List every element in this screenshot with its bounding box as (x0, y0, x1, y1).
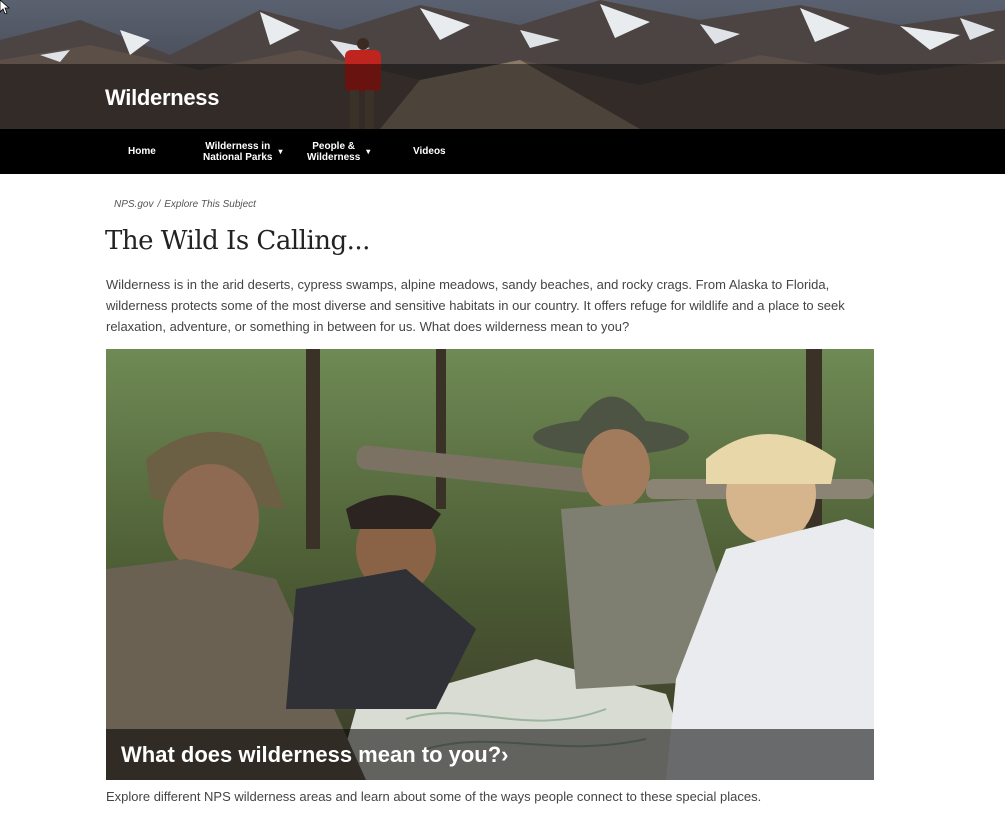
main-nav: Home Wilderness in National Parks ▾ Peop… (0, 129, 1005, 174)
breadcrumb-separator: / (157, 199, 161, 210)
site-title-link[interactable]: Wilderness (105, 85, 219, 111)
nav-item-videos[interactable]: Videos (413, 129, 446, 174)
nav-item-people-and-wilderness[interactable]: People & Wilderness ▾ (307, 129, 370, 174)
breadcrumb-link-nps[interactable]: NPS.gov (114, 199, 153, 210)
nav-item-wilderness-in-national-parks[interactable]: Wilderness in National Parks ▾ (203, 129, 283, 174)
intro-paragraph: Wilderness is in the arid deserts, cypre… (106, 277, 845, 334)
page-title: The Wild Is Calling... (105, 226, 370, 256)
nav-item-label: Videos (413, 146, 446, 157)
feature-link[interactable]: What does wilderness mean to you?› (121, 742, 509, 768)
nav-item-label: Home (128, 146, 156, 157)
hero-banner: Wilderness (0, 0, 1005, 129)
feature-image-card[interactable]: What does wilderness mean to you?› (106, 349, 874, 780)
breadcrumb-link-explore[interactable]: Explore This Subject (164, 199, 256, 210)
mouse-cursor-icon (0, 0, 10, 14)
group-reading-map-image (106, 349, 874, 780)
breadcrumb: NPS.gov / Explore This Subject (114, 199, 256, 210)
nav-item-label: Wilderness in National Parks (203, 140, 273, 163)
feature-caption-bar: What does wilderness mean to you?› (106, 729, 874, 780)
chevron-down-icon[interactable]: ▾ (366, 146, 370, 157)
feature-description: Explore different NPS wilderness areas a… (106, 789, 762, 804)
chevron-down-icon[interactable]: ▾ (278, 146, 282, 157)
nav-item-label: People & Wilderness (307, 140, 361, 163)
nav-item-home[interactable]: Home (128, 129, 156, 174)
